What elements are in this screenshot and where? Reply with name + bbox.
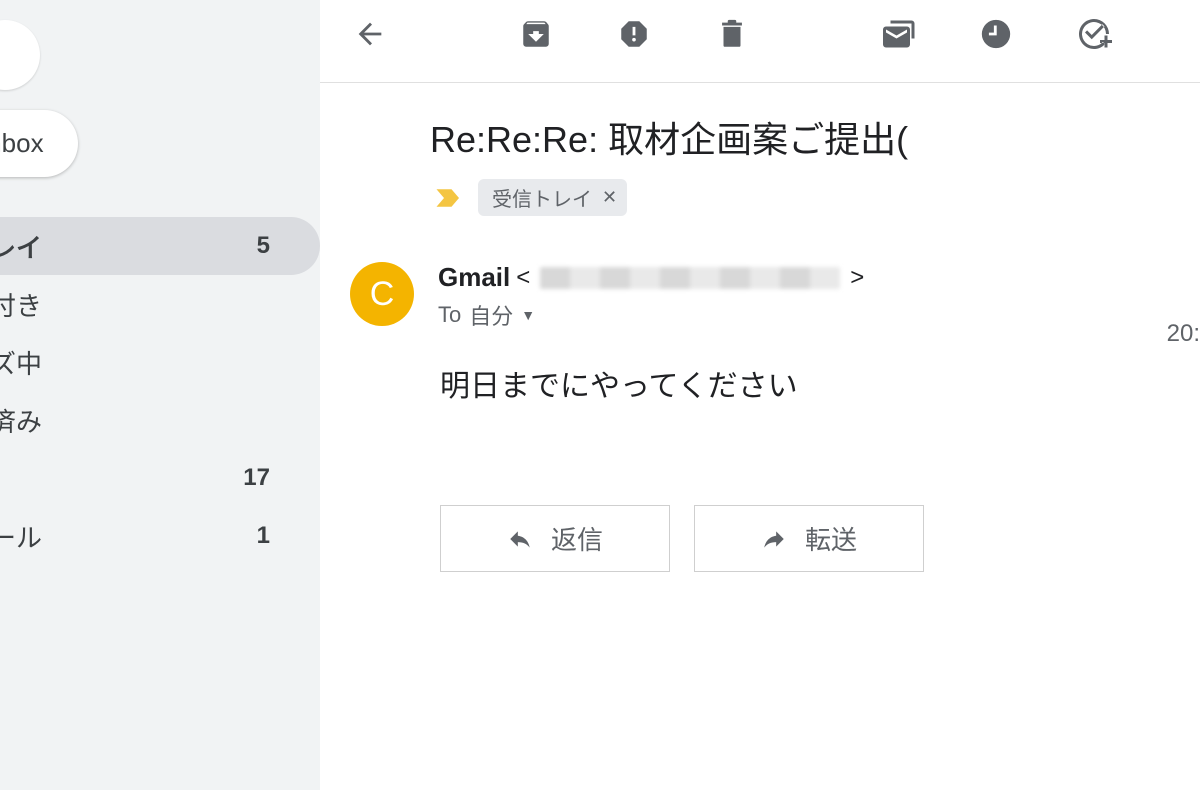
sender-avatar[interactable]: C: [350, 262, 414, 326]
mark-unread-button[interactable]: [878, 14, 918, 54]
sidebar-item-allmail[interactable]: ール 1: [0, 507, 320, 565]
inbox-label-tag[interactable]: 受信トレイ ✕: [478, 179, 627, 216]
back-button[interactable]: [350, 14, 390, 54]
sidebar-item-count: 5: [257, 232, 270, 260]
avatar-letter: C: [370, 275, 395, 314]
archive-icon: [519, 17, 553, 51]
sidebar-item-sent[interactable]: 済み: [0, 391, 320, 449]
toolbar: [320, 0, 1200, 83]
sidebar-item-drafts[interactable]: 17: [0, 449, 320, 507]
sender-email-redacted: [540, 267, 840, 289]
sidebar-item-starred[interactable]: 付き: [0, 275, 320, 333]
timestamp: 20:: [1167, 320, 1200, 348]
report-spam-icon: [617, 17, 651, 51]
sidebar-item-label: ール: [0, 518, 42, 555]
message-header: C Gmail < > To 自分 ▼: [320, 216, 1200, 331]
forward-button[interactable]: 転送: [694, 505, 924, 572]
sidebar-item-label: 付き: [0, 286, 42, 323]
delete-button[interactable]: [712, 14, 752, 54]
sidebar-item-inbox[interactable]: レイ 5: [0, 217, 320, 275]
sidebar: Inbox レイ 5 付き ズ中 済み 17 ール 1: [0, 0, 320, 790]
sender-name: Gmail: [438, 262, 510, 293]
to-prefix: To: [438, 302, 461, 328]
snooze-button[interactable]: [976, 14, 1016, 54]
expand-recipients-icon[interactable]: ▼: [521, 307, 535, 323]
mail-subject: Re:Re:Re: 取材企画案ご提出(: [430, 111, 1200, 163]
add-task-icon: [1076, 16, 1112, 52]
reply-icon: [507, 526, 533, 552]
trash-icon: [715, 17, 749, 51]
importance-marker[interactable]: [434, 186, 464, 210]
archive-button[interactable]: [516, 14, 556, 54]
sidebar-item-snoozed[interactable]: ズ中: [0, 333, 320, 391]
angle-bracket-close: >: [850, 264, 864, 292]
mail-body: 明日までにやってください: [320, 331, 1200, 405]
to-line[interactable]: To 自分 ▼: [438, 299, 1200, 331]
subject-area: Re:Re:Re: 取材企画案ご提出( 受信トレイ ✕: [320, 83, 1200, 216]
forward-icon: [761, 526, 787, 552]
sidebar-item-label: 済み: [0, 402, 42, 439]
angle-bracket-open: <: [516, 264, 530, 292]
from-line: Gmail < >: [438, 262, 1200, 293]
profile-avatar[interactable]: [0, 20, 40, 90]
sidebar-nav: レイ 5 付き ズ中 済み 17 ール 1: [0, 217, 320, 565]
reply-button[interactable]: 返信: [440, 505, 670, 572]
remove-label-icon[interactable]: ✕: [602, 187, 617, 208]
reply-label: 返信: [551, 520, 603, 557]
action-row: 返信 転送: [320, 405, 1200, 572]
clock-icon: [979, 17, 1013, 51]
sidebar-item-count: 17: [243, 464, 270, 492]
importance-icon: [434, 186, 464, 210]
to-value: 自分: [469, 299, 513, 331]
sidebar-item-label: ズ中: [0, 344, 42, 381]
mark-unread-icon: [880, 16, 916, 52]
add-task-button[interactable]: [1074, 14, 1114, 54]
forward-label: 転送: [805, 520, 857, 557]
tag-label: 受信トレイ: [492, 183, 592, 212]
back-arrow-icon: [353, 17, 387, 51]
main: Re:Re:Re: 取材企画案ご提出( 受信トレイ ✕ C Gmail < > …: [320, 0, 1200, 790]
report-spam-button[interactable]: [614, 14, 654, 54]
sidebar-item-count: 1: [257, 522, 270, 550]
compose-label: Inbox: [0, 128, 44, 158]
compose-button[interactable]: Inbox: [0, 110, 78, 177]
sidebar-item-label: レイ: [0, 228, 42, 265]
